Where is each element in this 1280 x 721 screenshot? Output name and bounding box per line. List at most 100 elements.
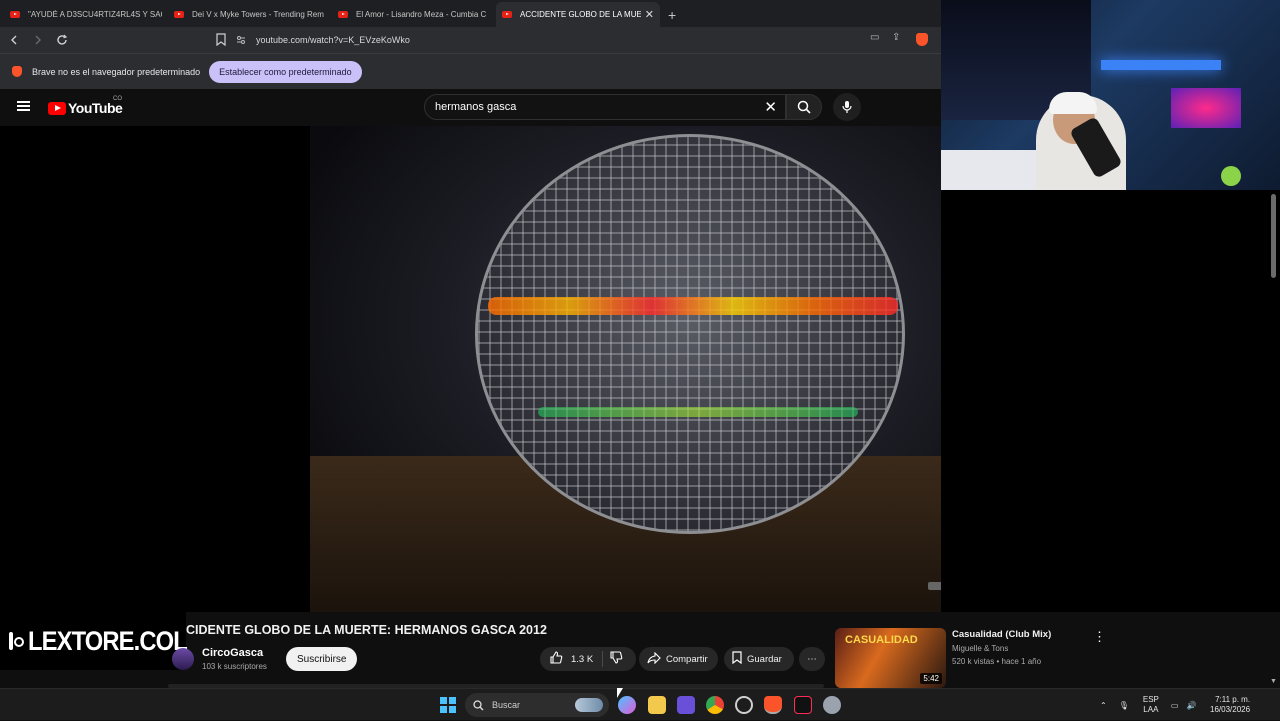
hamburger-menu-icon[interactable] — [17, 101, 30, 111]
globe-of-death-image — [475, 134, 905, 534]
tray-overflow-chevron-icon[interactable]: ⌃ — [1100, 701, 1107, 710]
clear-search-icon[interactable]: ✕ — [764, 98, 777, 116]
settings-gear-icon[interactable] — [823, 696, 841, 714]
keyboard-layout: LAA — [1143, 705, 1159, 714]
video-info-section: CIDENTE GLOBO DE LA MUERTE: HERMANOS GAS… — [0, 612, 1280, 688]
like-divider — [602, 651, 603, 667]
set-default-button[interactable]: Establecer como predeterminado — [209, 60, 362, 83]
brave-browser-icon[interactable] — [764, 696, 782, 714]
like-button[interactable] — [550, 651, 563, 667]
share-label: Compartir — [666, 653, 708, 665]
search-icon — [473, 699, 484, 710]
back-button[interactable] — [4, 30, 24, 50]
input-language[interactable]: ESP LAA — [1143, 695, 1159, 715]
channel-avatar[interactable] — [172, 648, 194, 670]
tab-title: El Amor - Lisandro Meza - Cumbia C — [356, 10, 487, 19]
youtube-favicon-icon — [502, 11, 512, 18]
youtube-favicon-icon — [338, 11, 348, 18]
video-frame[interactable] — [310, 126, 960, 612]
browser-tab[interactable]: "AYUDÉ A D3SCU4RTIZ4RL4S Y SACA — [4, 2, 168, 27]
subscribe-button[interactable]: Suscribirse — [286, 647, 358, 671]
youtube-header: YouTube CO ✕ — [0, 89, 941, 126]
youtube-favicon-icon — [10, 11, 20, 18]
tiktok-icon[interactable] — [794, 696, 812, 714]
scrollbar[interactable] — [1271, 194, 1276, 278]
save-button[interactable]: Guardar — [724, 647, 794, 671]
chevron-right-icon — [35, 35, 41, 45]
video-title: CIDENTE GLOBO DE LA MUERTE: HERMANOS GAS… — [186, 623, 547, 637]
url-text: youtube.com/watch?v=K_EVzeKoWko — [256, 35, 410, 45]
default-browser-infobar: Brave no es el navegador predeterminado … — [0, 53, 941, 89]
save-label: Guardar — [747, 653, 782, 665]
youtube-play-icon — [48, 101, 66, 115]
copilot-icon[interactable] — [618, 696, 636, 714]
browser-tab-active[interactable]: ACCIDENTE GLOBO DE LA MUERT ✕ — [496, 2, 660, 27]
bookmark-save-icon — [732, 651, 742, 667]
twitch-studio-icon[interactable] — [677, 696, 695, 714]
windows-start-icon[interactable] — [440, 697, 456, 713]
microphone-tray-icon[interactable]: 🎙 — [1119, 701, 1129, 710]
tab-title: Dei V x Myke Towers - Trending Rem — [192, 10, 324, 19]
search-button[interactable] — [786, 94, 822, 120]
video-duration: 5:42 — [920, 673, 942, 684]
subscriber-count: 103 k suscriptores — [202, 662, 267, 671]
mouse-cursor-icon — [617, 688, 623, 698]
url-field[interactable]: youtube.com/watch?v=K_EVzeKoWko — [236, 30, 936, 50]
chevron-left-icon — [11, 35, 17, 45]
reload-icon — [57, 34, 68, 45]
taskbar-clock[interactable]: 7:11 p. m. 16/03/2026 — [1210, 695, 1250, 715]
search-box: ✕ — [424, 94, 786, 120]
webcam-neon-light — [1101, 60, 1221, 70]
language-code: ESP — [1142, 695, 1159, 704]
youtube-logo[interactable]: YouTube — [48, 100, 123, 116]
webcam-ball — [1221, 166, 1241, 186]
scroll-down-arrow-icon[interactable]: ▼ — [1270, 678, 1277, 685]
browser-tab[interactable]: Dei V x Myke Towers - Trending Rem — [168, 2, 332, 27]
dislike-button[interactable] — [610, 651, 623, 667]
clock-time: 7:11 p. m. — [1215, 695, 1251, 704]
share-page-icon[interactable]: ⇪ — [892, 32, 900, 43]
video-player[interactable] — [0, 126, 960, 612]
taskbar-search[interactable]: Buscar — [465, 693, 609, 717]
address-bar-row: youtube.com/watch?v=K_EVzeKoWko ▭ ⇪ — [0, 27, 941, 53]
forward-button[interactable] — [28, 30, 48, 50]
globe-lights-lower — [538, 407, 858, 417]
more-vertical-icon[interactable]: ⋮ — [1093, 629, 1106, 645]
webcam-overlay — [941, 0, 1280, 190]
more-actions-button[interactable]: ⋯ — [799, 647, 825, 671]
cast-icon[interactable]: ▭ — [870, 32, 879, 43]
recommendation-channel[interactable]: Miguelle & Tons — [952, 644, 1008, 653]
windows-taskbar: Buscar ⌃ 🎙 ESP LAA ▭ 🔊 7:11 p. m. 16/03/… — [0, 688, 1280, 720]
file-explorer-icon[interactable] — [648, 696, 666, 714]
browser-tab-strip: "AYUDÉ A D3SCU4RTIZ4RL4S Y SACA Dei V x … — [0, 0, 941, 27]
brave-shields-icon[interactable] — [916, 33, 928, 46]
thumbs-up-icon — [550, 651, 563, 664]
browser-tab[interactable]: El Amor - Lisandro Meza - Cumbia C — [332, 2, 496, 27]
bookmark-icon[interactable] — [216, 33, 226, 51]
tab-close-icon[interactable]: ✕ — [645, 8, 654, 21]
brave-logo-icon — [12, 66, 22, 77]
system-tray: ⌃ 🎙 ESP LAA ▭ 🔊 7:11 p. m. 16/03/2026 — [1100, 689, 1250, 721]
voice-search-button[interactable] — [833, 93, 861, 121]
recommendation-thumbnail[interactable]: CASUALIDAD 5:42 — [835, 628, 946, 688]
search-input[interactable] — [435, 101, 765, 113]
obs-icon[interactable] — [735, 696, 753, 714]
search-highlight-icon — [575, 698, 603, 712]
reload-button[interactable] — [52, 30, 72, 50]
volume-icon[interactable]: 🔊 — [1186, 701, 1196, 710]
recommendation-title[interactable]: Casualidad (Club Mix) — [952, 629, 1051, 640]
webcam-desk — [941, 150, 1041, 190]
share-button[interactable]: Compartir — [639, 647, 718, 671]
network-icon[interactable]: ▭ — [1171, 701, 1179, 710]
webcam-monitor — [1171, 88, 1241, 128]
channel-name[interactable]: CircoGasca — [202, 647, 263, 659]
more-horizontal-icon: ⋯ — [807, 653, 817, 665]
share-icon — [647, 651, 661, 667]
youtube-logo-text: YouTube — [68, 100, 123, 116]
site-info-icon[interactable] — [236, 35, 246, 45]
country-code: CO — [113, 96, 122, 102]
chrome-icon[interactable] — [706, 696, 724, 714]
brand-text: LEXTORE.COL — [28, 625, 188, 656]
new-tab-button[interactable]: + — [660, 7, 684, 27]
youtube-favicon-icon — [174, 11, 184, 18]
